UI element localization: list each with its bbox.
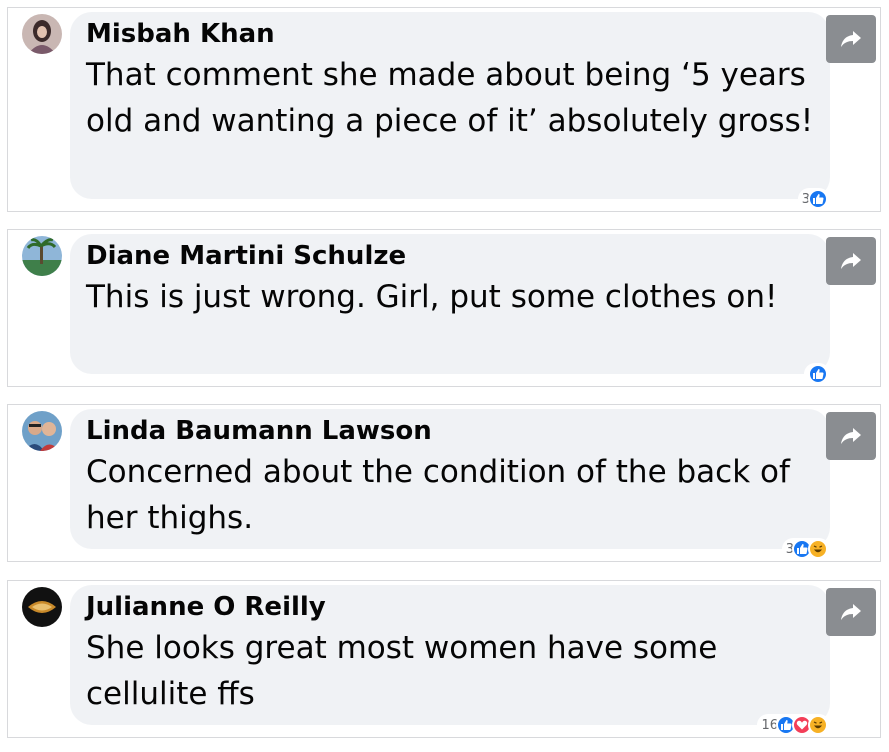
comment-text: She looks great most women have some cel… <box>86 630 718 712</box>
comment-author[interactable]: Linda Baumann Lawson <box>86 413 814 449</box>
comment-author[interactable]: Diane Martini Schulze <box>86 238 814 274</box>
reaction-summary[interactable]: 16 <box>757 714 830 736</box>
comment-text: This is just wrong. Girl, put some cloth… <box>86 279 778 315</box>
share-button[interactable] <box>826 15 876 63</box>
comment-card: Diane Martini Schulze This is just wrong… <box>7 229 881 387</box>
comment-bubble: Julianne O Reilly She looks great most w… <box>70 585 830 736</box>
share-arrow-icon <box>841 604 861 620</box>
avatar[interactable] <box>22 587 62 627</box>
share-arrow-icon <box>841 31 861 47</box>
comment-card: Linda Baumann Lawson Concerned about the… <box>7 404 881 562</box>
reaction-summary[interactable]: 3 <box>781 538 830 560</box>
avatar[interactable] <box>22 14 62 54</box>
reaction-summary[interactable]: 3 <box>797 188 830 210</box>
comment-author[interactable]: Misbah Khan <box>86 16 814 52</box>
comment-text: Concerned about the condition of the bac… <box>86 454 790 536</box>
share-button[interactable] <box>826 412 876 460</box>
avatar[interactable] <box>22 236 62 276</box>
avatar[interactable] <box>22 411 62 451</box>
comment-bubble: Misbah Khan That comment she made about … <box>70 12 830 210</box>
haha-face-icon <box>808 715 828 735</box>
comment-bubble: Diane Martini Schulze This is just wrong… <box>70 234 830 385</box>
comment-text: That comment she made about being ‘5 yea… <box>86 57 814 139</box>
reaction-summary[interactable] <box>804 363 830 385</box>
comment-bubble: Linda Baumann Lawson Concerned about the… <box>70 409 830 560</box>
share-arrow-icon <box>841 253 861 269</box>
like-thumb-icon <box>808 189 828 209</box>
comment-card: Misbah Khan That comment she made about … <box>7 7 881 212</box>
share-arrow-icon <box>841 428 861 444</box>
comment-card: Julianne O Reilly She looks great most w… <box>7 580 881 738</box>
haha-face-icon <box>808 539 828 559</box>
like-thumb-icon <box>808 364 828 384</box>
share-button[interactable] <box>826 588 876 636</box>
comment-author[interactable]: Julianne O Reilly <box>86 589 814 625</box>
share-button[interactable] <box>826 237 876 285</box>
